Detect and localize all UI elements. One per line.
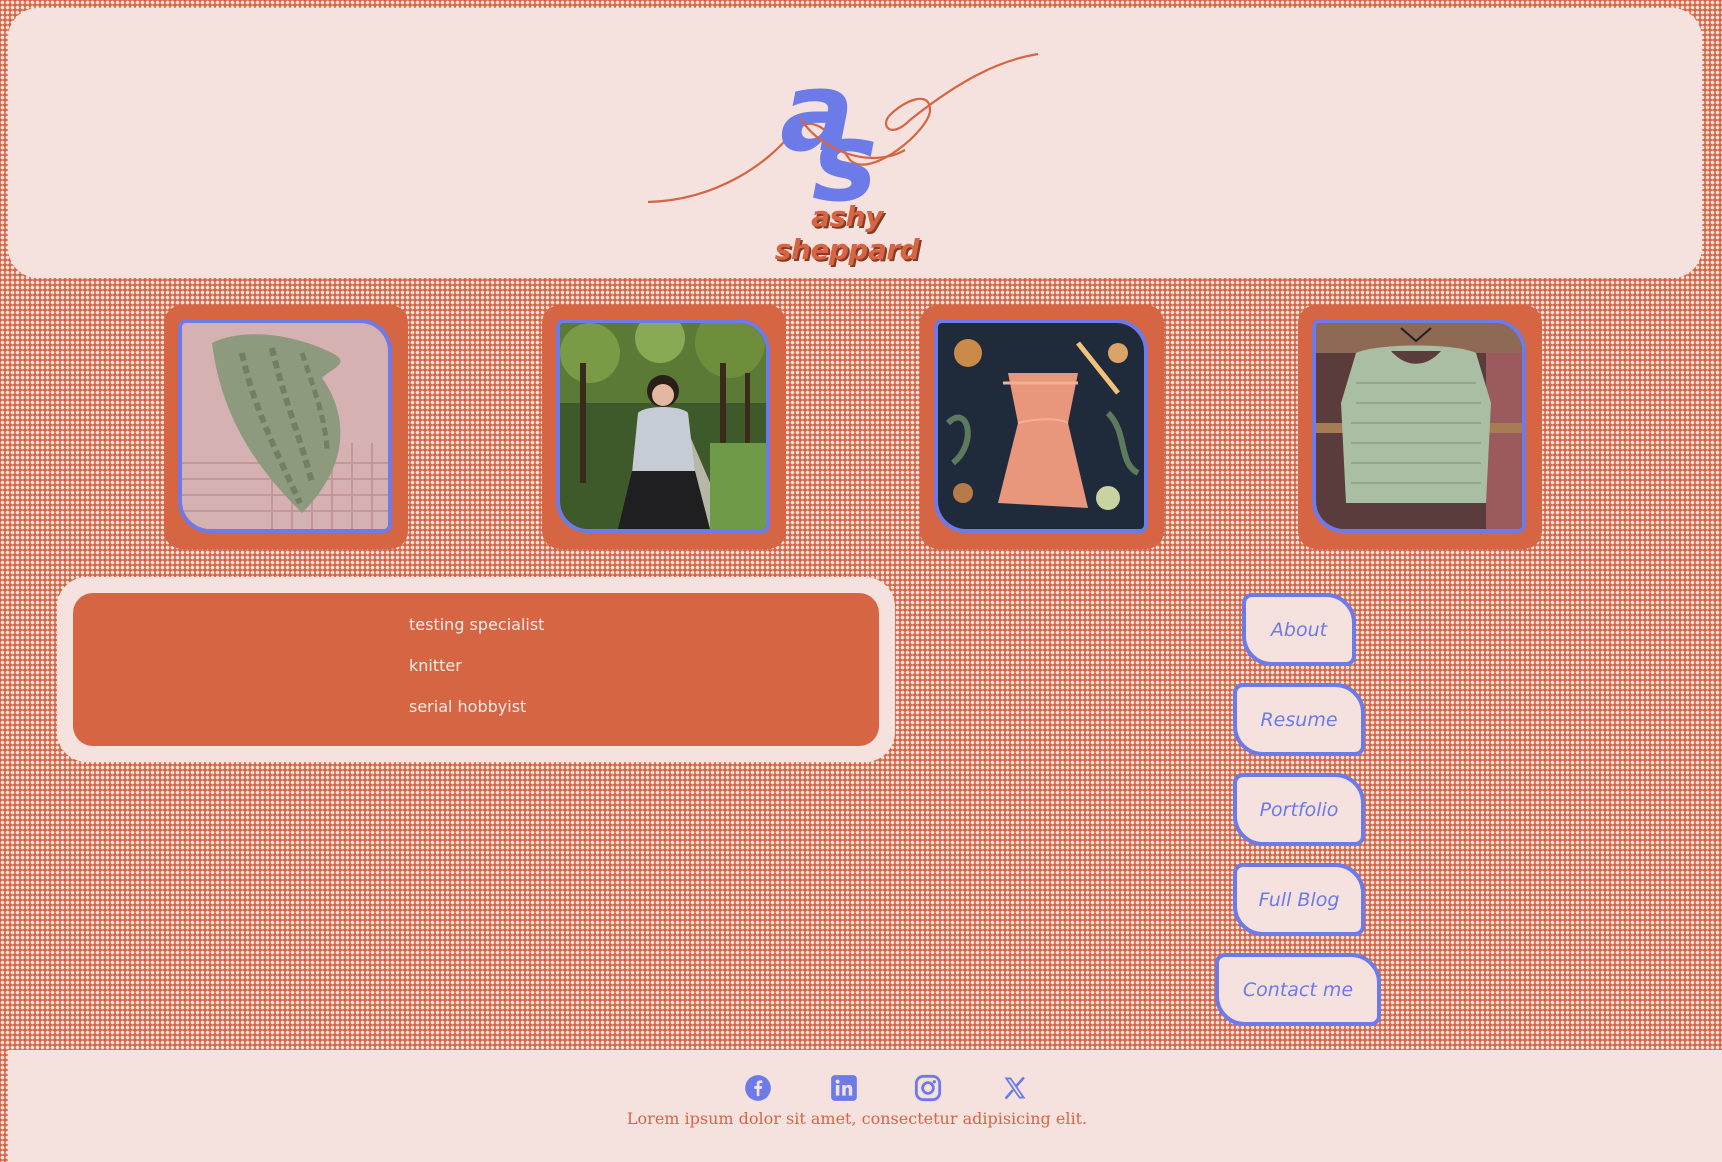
instagram-icon[interactable]	[914, 1074, 942, 1102]
brand-name: ashy sheppard	[774, 200, 920, 266]
site-footer	[8, 1050, 1722, 1162]
tagline-panel: testing specialist knitter serial hobbyi…	[57, 577, 895, 762]
nav-contact-button[interactable]: Contact me	[1215, 953, 1381, 1026]
nav-portfolio-button[interactable]: Portfolio	[1233, 773, 1365, 846]
photo-card-tank[interactable]	[920, 305, 1164, 549]
photo-card-vest[interactable]	[1298, 305, 1542, 549]
x-icon[interactable]	[1001, 1074, 1029, 1102]
footer-text: Lorem ipsum dolor sit amet, consectetur …	[626, 1109, 1088, 1128]
tagline-item: knitter	[409, 656, 462, 675]
tagline-item: serial hobbyist	[409, 697, 527, 716]
photo-card-hat[interactable]	[164, 305, 408, 549]
tagline-item: testing specialist	[409, 615, 545, 634]
facebook-icon[interactable]	[744, 1074, 772, 1102]
portrait-photo	[556, 319, 770, 533]
nav-blog-button[interactable]: Full Blog	[1233, 863, 1365, 936]
tagline-list: testing specialist knitter serial hobbyi…	[73, 593, 879, 746]
knit-vest-photo	[1312, 319, 1526, 533]
linkedin-icon[interactable]	[830, 1074, 858, 1102]
nav-resume-button[interactable]: Resume	[1233, 683, 1365, 756]
knit-tank-top-photo	[934, 319, 1148, 533]
nav-about-button[interactable]: About	[1242, 593, 1356, 666]
photo-card-portrait[interactable]	[542, 305, 786, 549]
cabled-knit-hat-photo	[178, 319, 392, 533]
